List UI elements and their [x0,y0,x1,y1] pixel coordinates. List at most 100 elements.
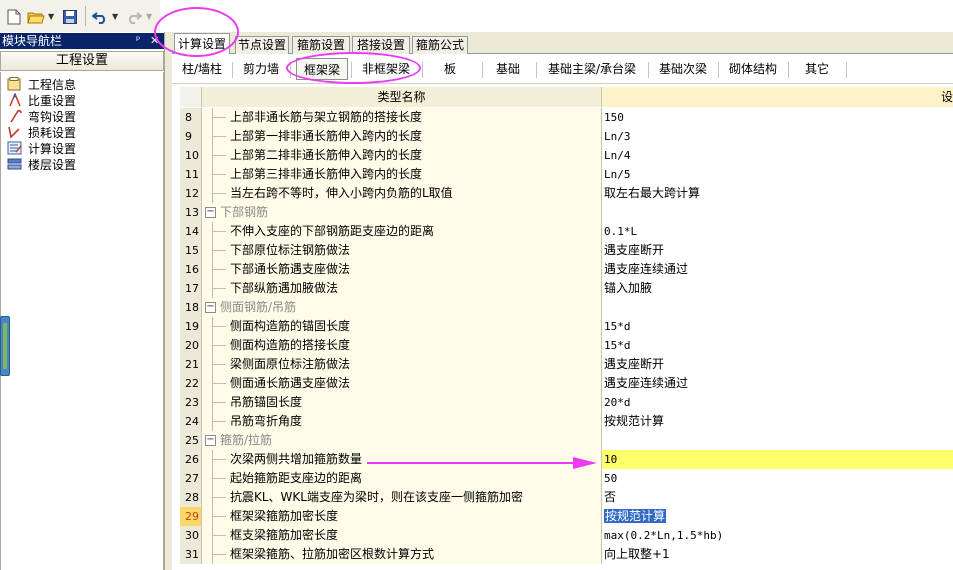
save-icon[interactable] [60,7,80,27]
setting-value-cell[interactable]: 遇支座连续通过 [602,374,953,393]
row-number[interactable]: 13 [180,203,202,222]
subtab-frame-beam[interactable]: 框架梁 [296,58,348,80]
setting-value-cell[interactable]: Ln/3 [602,127,953,146]
row-number[interactable]: 20 [180,336,202,355]
table-row[interactable]: 18− 侧面钢筋/吊筋 [180,298,953,317]
table-row[interactable]: 22 侧面通长筋遇支座做法 遇支座连续通过 [180,374,953,393]
row-number[interactable]: 17 [180,279,202,298]
nav-item-calc-settings[interactable]: 计算设置 [7,140,76,156]
nav-section-header[interactable]: 工程设置 [0,51,164,71]
nav-item-project-info[interactable]: 工程信息 [7,76,76,92]
setting-value-cell[interactable]: 遇支座断开 [602,355,953,374]
subtab-other[interactable]: 其它 [792,58,842,80]
panel-splitter[interactable] [164,32,172,570]
row-number[interactable]: 9 [180,127,202,146]
setting-value-cell[interactable]: 遇支座连续通过 [602,260,953,279]
setting-value-cell[interactable]: Ln/4 [602,146,953,165]
column-header-value[interactable]: 设 [602,87,953,107]
pin-icon[interactable]: ᵖ [136,33,140,49]
side-dock-handle[interactable] [0,316,10,376]
row-number[interactable]: 22 [180,374,202,393]
setting-value-cell[interactable]: 20*d [602,393,953,412]
close-icon[interactable]: ✕ [150,33,159,49]
open-dropdown-icon[interactable]: ▼ [48,12,54,21]
subtab-foundation[interactable]: 基础 [488,58,528,80]
row-number[interactable]: 12 [180,184,202,203]
subtab-shear-wall[interactable]: 剪力墙 [236,58,286,80]
subtab-column-wall-column[interactable]: 柱/墙柱 [174,58,230,80]
nav-item-floor[interactable]: 楼层设置 [7,156,76,172]
row-number[interactable]: 18 [180,298,202,317]
row-number[interactable]: 23 [180,393,202,412]
row-number[interactable]: 25 [180,431,202,450]
nav-item-hook[interactable]: 弯钩设置 [7,108,76,124]
setting-value-cell[interactable]: 向上取整+1 [602,545,953,564]
table-row[interactable]: 23 吊筋锚固长度 20*d [180,393,953,412]
row-number[interactable]: 26 [180,450,202,469]
setting-value-cell[interactable]: max(0.2*Ln,1.5*hb) [602,526,953,545]
undo-icon[interactable] [90,7,110,27]
table-row[interactable]: 14 不伸入支座的下部钢筋距支座边的距离 0.1*L [180,222,953,241]
row-number[interactable]: 24 [180,412,202,431]
table-row[interactable]: 28 抗震KL、WKL端支座为梁时，则在该支座一侧箍筋加密 否 [180,488,953,507]
redo-icon[interactable] [124,7,144,27]
table-row[interactable]: 27 起始箍筋距支座边的距离 50 [180,469,953,488]
table-row[interactable]: 19 侧面构造筋的锚固长度 15*d [180,317,953,336]
subtab-foundation-main-beam[interactable]: 基础主梁/承台梁 [540,58,644,80]
tab-node-settings[interactable]: 节点设置 [235,36,289,54]
row-number[interactable]: 10 [180,146,202,165]
collapse-icon[interactable]: − [205,435,216,446]
setting-value-cell[interactable]: 15*d [602,317,953,336]
setting-value-cell[interactable]: 取左右最大跨计算 [602,184,953,203]
new-file-icon[interactable] [4,7,24,27]
row-number[interactable]: 14 [180,222,202,241]
tab-calc-settings[interactable]: 计算设置 [174,33,230,55]
table-row[interactable]: 29 框架梁箍筋加密长度 按规范计算 [180,507,953,526]
setting-value-cell[interactable]: 遇支座断开 [602,241,953,260]
subtab-slab[interactable]: 板 [428,58,472,80]
row-number[interactable]: 16 [180,260,202,279]
setting-value-cell[interactable]: Ln/5 [602,165,953,184]
nav-item-loss[interactable]: 损耗设置 [7,124,76,140]
row-number[interactable]: 30 [180,526,202,545]
setting-value-cell[interactable]: 否 [602,488,953,507]
table-row[interactable]: 12 当左右跨不等时，伸入小跨内负筋的L取值 取左右最大跨计算 [180,184,953,203]
row-number[interactable]: 11 [180,165,202,184]
setting-value-cell[interactable]: 按规范计算 [602,507,953,526]
tab-stirrup-formula[interactable]: 箍筋公式 [412,36,468,54]
nav-item-weight[interactable]: 比重设置 [7,92,76,108]
table-row[interactable]: 10 上部第二排非通长筋伸入跨内的长度 Ln/4 [180,146,953,165]
row-number[interactable]: 15 [180,241,202,260]
setting-value-cell[interactable]: 0.1*L [602,222,953,241]
table-row[interactable]: 31 框架梁箍筋、拉筋加密区根数计算方式 向上取整+1 [180,545,953,564]
setting-value-cell[interactable] [602,431,953,450]
setting-value-cell[interactable] [602,298,953,317]
tab-stirrup-settings[interactable]: 箍筋设置 [292,36,350,54]
table-row[interactable]: 30 框支梁箍筋加密长度 max(0.2*Ln,1.5*hb) [180,526,953,545]
table-row[interactable]: 20 侧面构造筋的搭接长度 15*d [180,336,953,355]
row-number[interactable]: 28 [180,488,202,507]
table-row[interactable]: 11 上部第三排非通长筋伸入跨内的长度 Ln/5 [180,165,953,184]
subtab-non-frame-beam[interactable]: 非框架梁 [356,58,416,80]
table-row[interactable]: 25− 箍筋/拉筋 [180,431,953,450]
row-number[interactable]: 19 [180,317,202,336]
setting-value-cell[interactable]: 15*d [602,336,953,355]
undo-dropdown-icon[interactable]: ▼ [112,12,118,21]
table-row[interactable]: 8 上部非通长筋与架立钢筋的搭接长度 150 [180,108,953,127]
collapse-icon[interactable]: − [205,302,216,313]
row-number[interactable]: 29 [180,507,202,526]
setting-value-cell[interactable]: 150 [602,108,953,127]
column-header-type-name[interactable]: 类型名称 [202,87,602,107]
table-row[interactable]: 21 梁侧面原位标注筋做法 遇支座断开 [180,355,953,374]
table-row[interactable]: 13− 下部钢筋 [180,203,953,222]
table-row[interactable]: 24 吊筋弯折角度 按规范计算 [180,412,953,431]
tab-lap-settings[interactable]: 搭接设置 [352,36,410,54]
setting-value-cell[interactable] [602,203,953,222]
subtab-foundation-secondary-beam[interactable]: 基础次梁 [652,58,714,80]
table-row[interactable]: 26 次梁两侧共增加箍筋数量 10 [180,450,953,469]
row-number[interactable]: 31 [180,545,202,564]
setting-value-cell[interactable]: 锚入加腋 [602,279,953,298]
row-number[interactable]: 21 [180,355,202,374]
table-row[interactable]: 9 上部第一排非通长筋伸入跨内的长度 Ln/3 [180,127,953,146]
row-number[interactable]: 27 [180,469,202,488]
